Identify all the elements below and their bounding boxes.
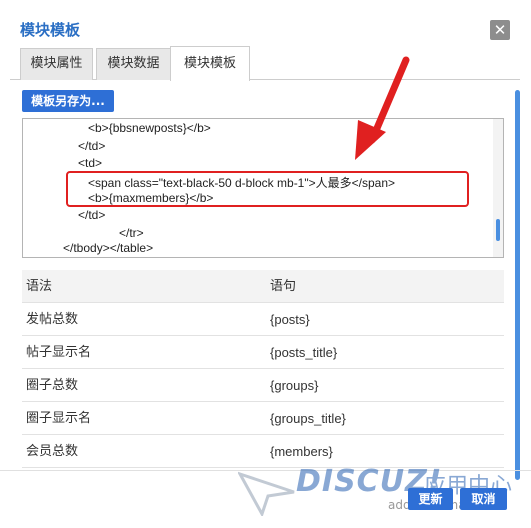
header-statement: 语句 — [270, 279, 297, 294]
table-header-row: 语法 语句 — [22, 270, 504, 303]
statement-cell: {posts} — [270, 312, 310, 327]
statement-cell: {posts_title} — [270, 345, 338, 360]
module-template-dialog: 模块模板 ✕ 模块属性 模块数据 模块模板 模板另存为... <b>{bbsne… — [0, 0, 531, 528]
watermark-arrow-icon — [238, 471, 295, 516]
table-row: 帖子显示名 {posts_title} — [22, 336, 504, 369]
syntax-cell: 会员总数 — [26, 444, 79, 459]
table-row: 发帖总数 {posts} — [22, 303, 504, 336]
syntax-cell: 圈子总数 — [26, 378, 79, 393]
syntax-cell: 发帖总数 — [26, 312, 79, 327]
header-syntax: 语法 — [26, 279, 53, 294]
statement-cell: {groups} — [270, 378, 319, 393]
table-row: 圈子总数 {groups} — [22, 369, 504, 402]
table-row: 圈子显示名 {groups_title} — [22, 402, 504, 435]
statement-cell: {groups_title} — [270, 411, 346, 426]
syntax-cell: 圈子显示名 — [26, 411, 92, 426]
update-button[interactable]: 更新 — [408, 488, 453, 510]
cancel-button[interactable]: 取消 — [460, 488, 507, 510]
syntax-cell: 帖子显示名 — [26, 345, 92, 360]
